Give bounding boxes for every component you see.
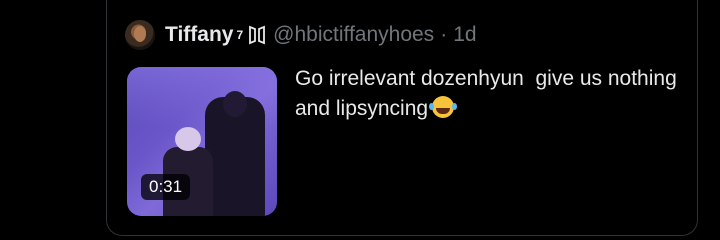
bts-logo-icon <box>249 25 266 45</box>
display-name[interactable]: Tiffany <box>165 23 233 47</box>
performer-head <box>223 91 247 117</box>
tweet-time[interactable]: 1d <box>453 23 476 47</box>
display-name-superscript: 7 <box>236 28 244 42</box>
user-handle[interactable]: @hbictiffanyhoes <box>273 23 434 47</box>
face-with-tears-of-joy-icon <box>429 96 455 118</box>
video-thumbnail[interactable]: 0:31 <box>127 67 277 216</box>
video-duration-badge: 0:31 <box>141 174 191 200</box>
avatar-face <box>134 26 146 42</box>
tweet-text-content: Go irrelevant dozenhyun give us nothing … <box>295 67 683 120</box>
performer-head <box>175 127 201 151</box>
tweet-text: Go irrelevant dozenhyun give us nothing … <box>295 64 685 124</box>
performer-figure <box>205 91 265 216</box>
separator-dot: · <box>440 23 448 46</box>
quoted-tweet-card[interactable]: Tiffany 7 @hbictiffanyhoes · 1d 0:31 Go … <box>106 0 698 236</box>
avatar[interactable] <box>125 20 155 50</box>
tweet-header: Tiffany 7 @hbictiffanyhoes · 1d <box>125 18 477 52</box>
